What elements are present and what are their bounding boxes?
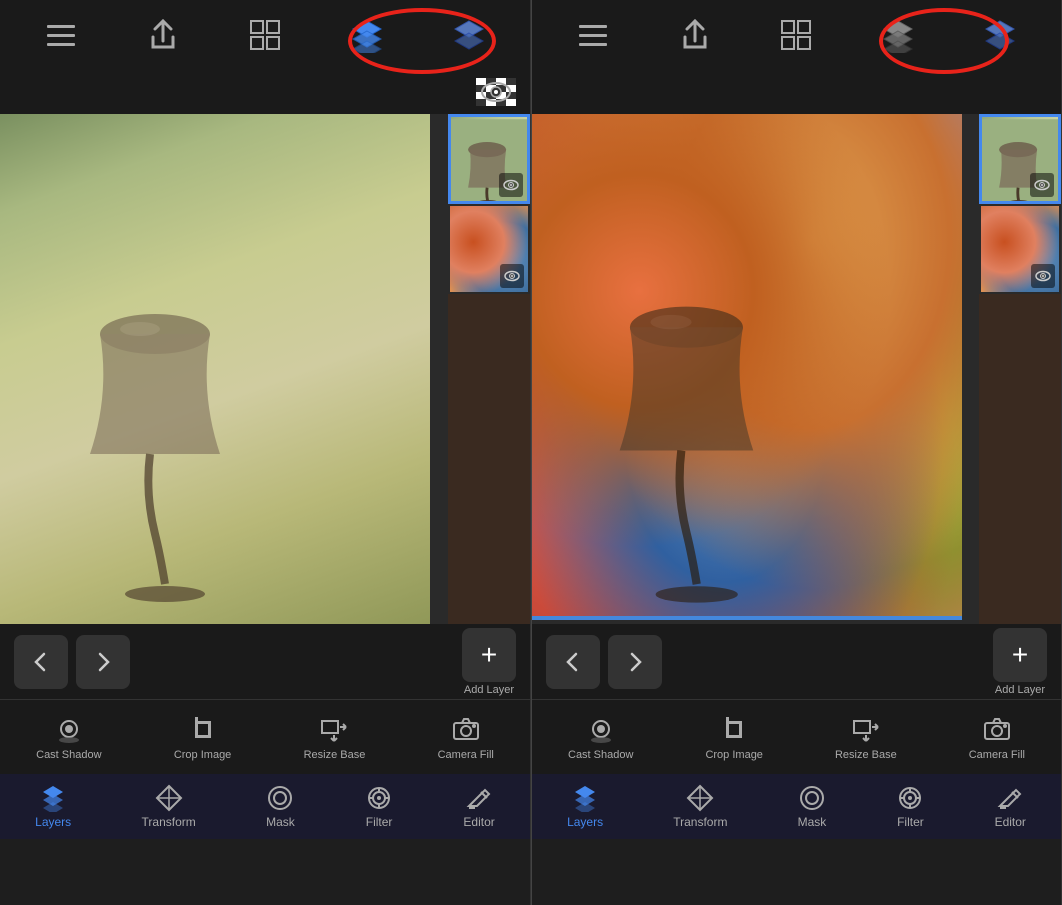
left-canvas: [0, 114, 530, 624]
left-tab-layers[interactable]: Layers: [23, 780, 83, 833]
right-share-btn[interactable]: [671, 11, 719, 59]
right-thumb-dark-area: [979, 294, 1061, 624]
right-next-btn[interactable]: [608, 635, 662, 689]
right-main-image: [532, 114, 962, 620]
right-camera-fill-tool[interactable]: Camera Fill: [961, 709, 1033, 765]
right-menu-btn[interactable]: [569, 11, 617, 59]
left-next-btn[interactable]: [76, 635, 130, 689]
left-lamp-svg: [60, 254, 290, 614]
left-tab-filter[interactable]: Filter: [353, 780, 405, 833]
right-layers-stack-btn[interactable]: [976, 11, 1024, 59]
right-prev-btn[interactable]: [546, 635, 600, 689]
right-grid-btn[interactable]: [772, 11, 820, 59]
left-tools-row: Cast Shadow Crop Image: [0, 699, 530, 774]
left-visibility-btn[interactable]: [476, 72, 516, 112]
right-lamp-svg: [582, 245, 832, 615]
right-nav-row: + Add Layer: [532, 624, 1061, 699]
right-spacer: [532, 70, 1061, 114]
left-grid-btn[interactable]: [241, 11, 289, 59]
left-layers-active-btn[interactable]: [343, 11, 391, 59]
right-tab-editor[interactable]: Editor: [983, 780, 1038, 833]
right-resize-base-tool[interactable]: Resize Base: [827, 709, 905, 765]
left-thumb-2[interactable]: [448, 204, 530, 294]
left-camera-fill-tool[interactable]: Camera Fill: [430, 709, 502, 765]
right-tab-filter[interactable]: Filter: [884, 780, 936, 833]
left-tab-mask[interactable]: Mask: [254, 780, 307, 833]
right-tab-mask[interactable]: Mask: [786, 780, 839, 833]
right-tab-bar: Layers Transform Mask: [532, 774, 1061, 839]
left-tab-editor[interactable]: Editor: [451, 780, 506, 833]
left-thumb-1-eye[interactable]: [499, 173, 523, 197]
left-nav-row: + Add Layer: [0, 624, 530, 699]
left-panel: + Add Layer Cast Shadow: [0, 0, 531, 905]
right-thumb-panel: [979, 114, 1061, 624]
left-tab-bar: Layers Transform Mask: [0, 774, 530, 839]
right-tab-transform[interactable]: Transform: [661, 780, 739, 833]
left-toolbar: [0, 0, 530, 70]
left-thumb-2-eye[interactable]: [500, 264, 524, 288]
right-tools-row: Cast Shadow Crop Image: [532, 699, 1061, 774]
left-prev-btn[interactable]: [14, 635, 68, 689]
right-toolbar: [532, 0, 1061, 70]
left-eye-row: [0, 70, 530, 114]
right-add-layer-btn[interactable]: + Add Layer: [993, 628, 1047, 696]
right-tab-layers[interactable]: Layers: [555, 780, 615, 833]
right-canvas: [532, 114, 1061, 624]
right-thumb-2[interactable]: [979, 204, 1061, 294]
left-thumb-1[interactable]: [448, 114, 530, 204]
left-main-image: [0, 114, 430, 624]
left-crop-image-tool[interactable]: Crop Image: [166, 709, 239, 765]
left-thumb-dark-area: [448, 294, 530, 624]
left-add-layer-btn[interactable]: + Add Layer: [462, 628, 516, 696]
right-thumb-2-eye[interactable]: [1031, 264, 1055, 288]
right-crop-image-tool[interactable]: Crop Image: [697, 709, 770, 765]
left-menu-btn[interactable]: [37, 11, 85, 59]
left-cast-shadow-tool[interactable]: Cast Shadow: [28, 709, 109, 765]
right-layers-active-btn[interactable]: [874, 11, 922, 59]
right-panel: + Add Layer Cast Shadow: [531, 0, 1062, 905]
left-share-btn[interactable]: [139, 11, 187, 59]
right-blue-bar: [532, 616, 962, 620]
right-thumb-1-eye[interactable]: [1030, 173, 1054, 197]
left-tab-transform[interactable]: Transform: [130, 780, 208, 833]
left-resize-base-tool[interactable]: Resize Base: [296, 709, 374, 765]
right-cast-shadow-tool[interactable]: Cast Shadow: [560, 709, 641, 765]
left-layers-stack-btn[interactable]: [445, 11, 493, 59]
left-thumb-panel: [448, 114, 530, 624]
right-thumb-1[interactable]: [979, 114, 1061, 204]
